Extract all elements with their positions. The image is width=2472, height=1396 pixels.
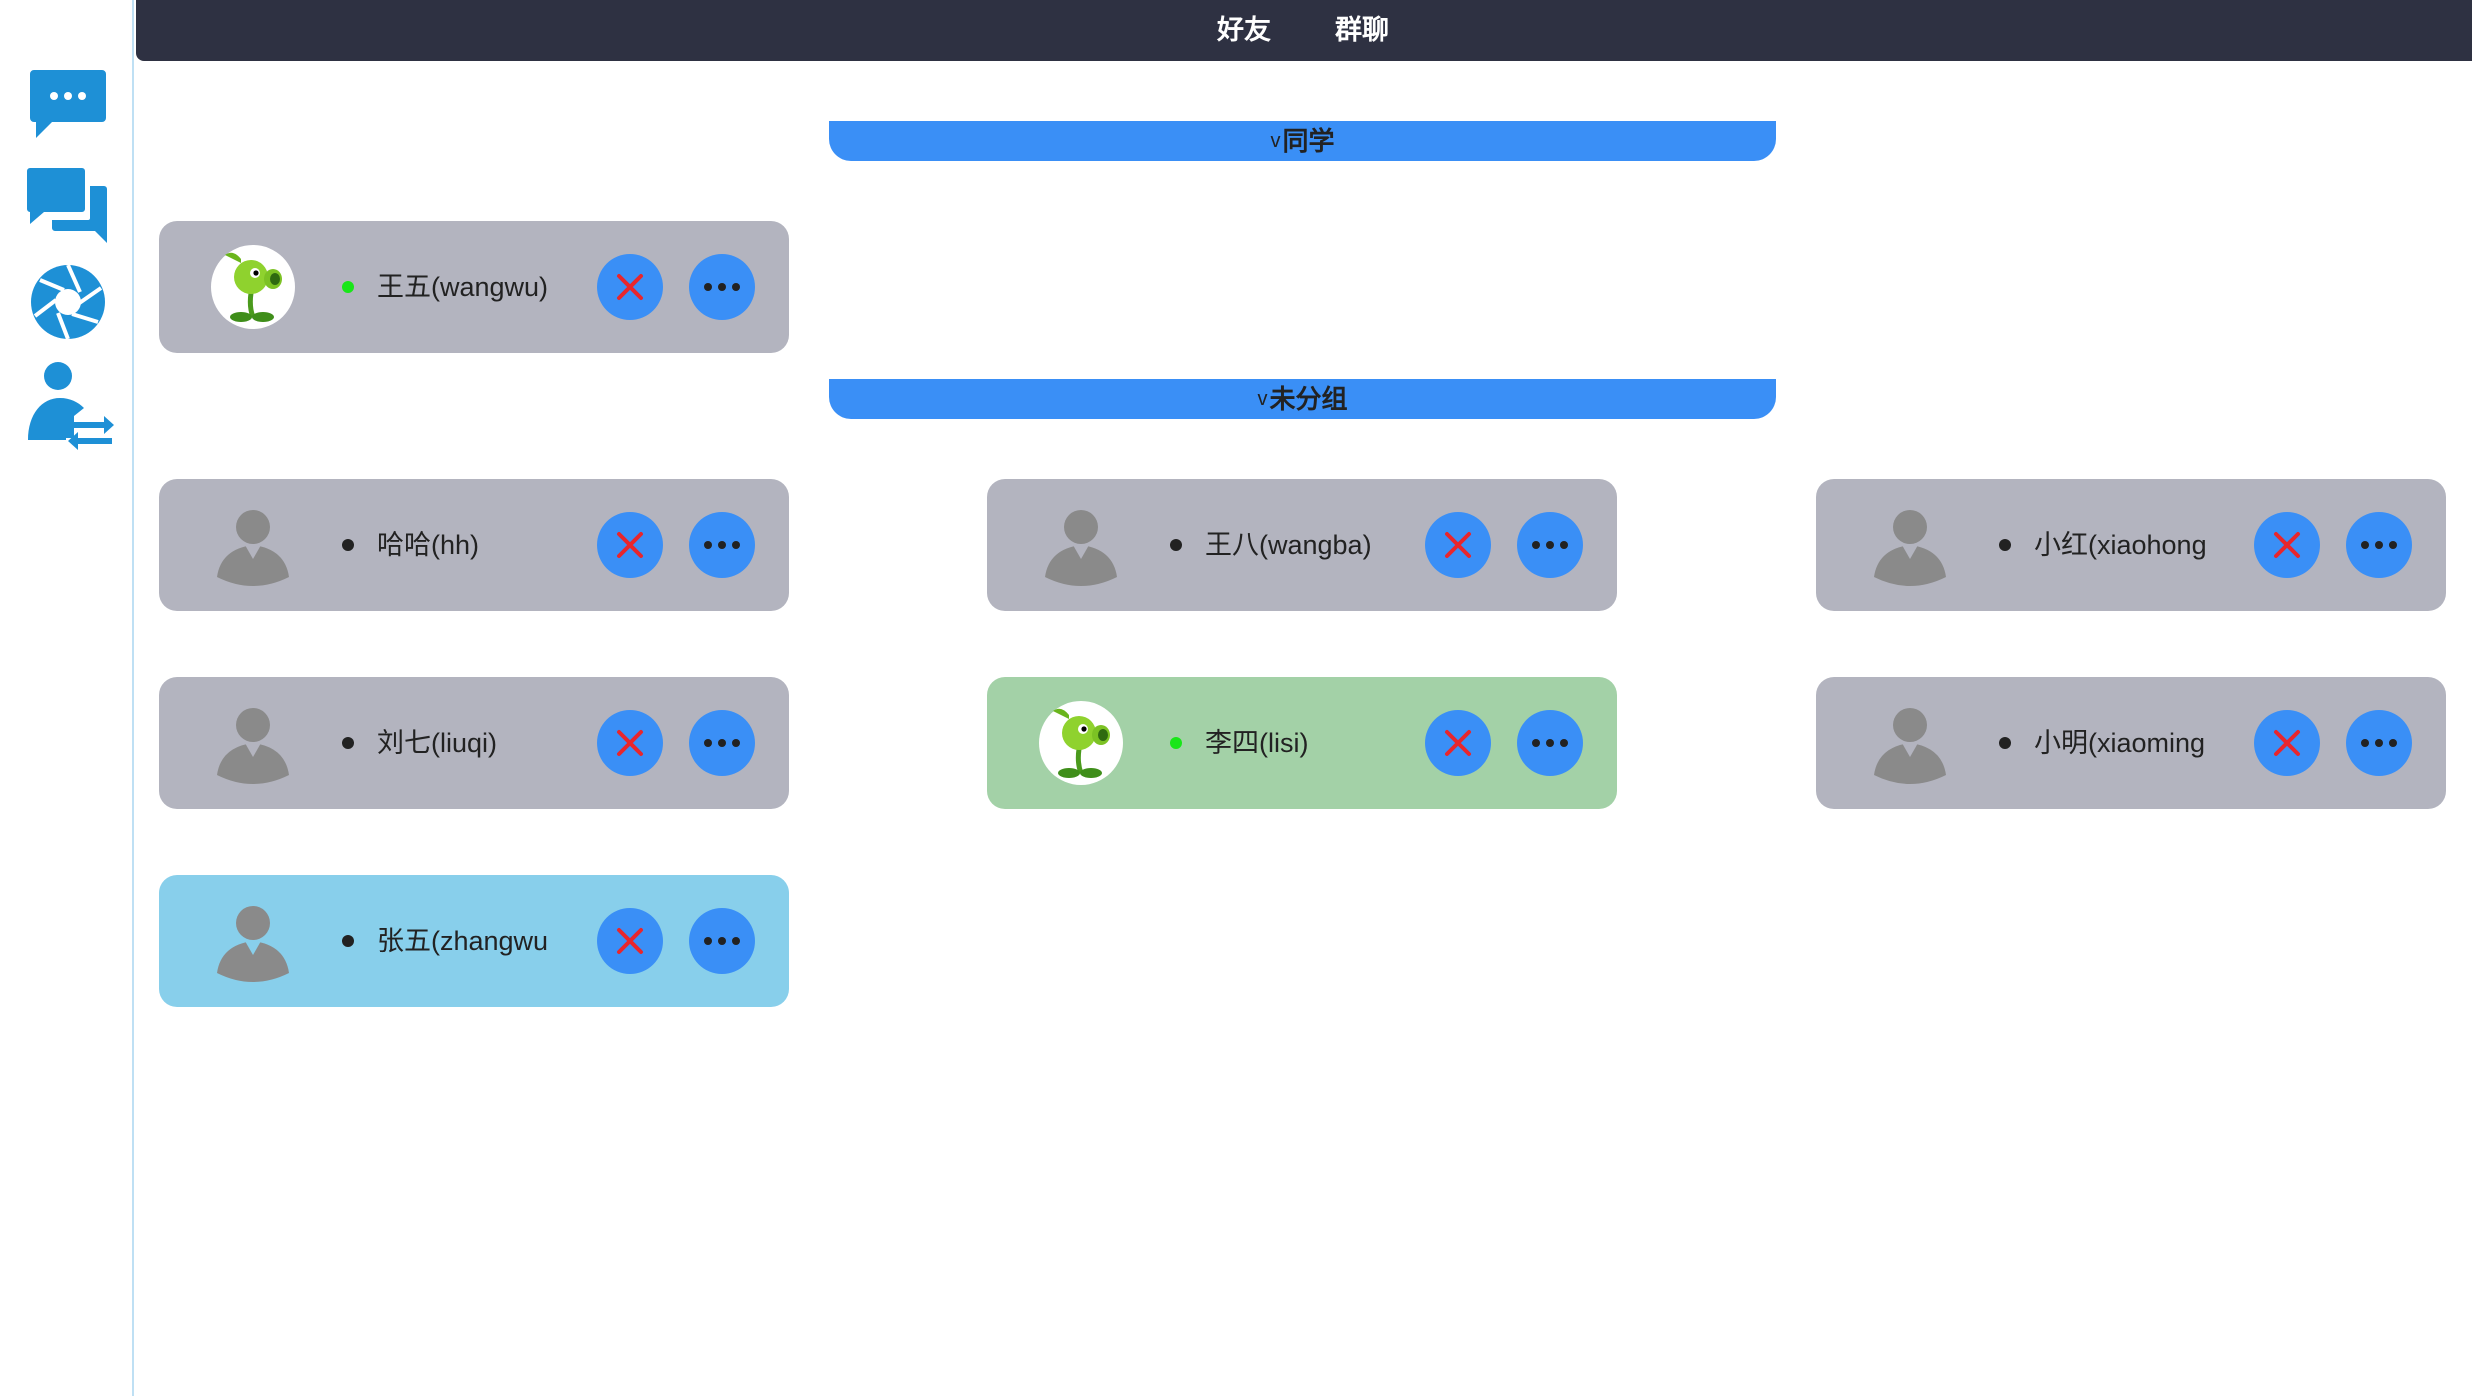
friend-name: 王五(wangwu): [377, 272, 549, 302]
delete-friend-button[interactable]: [2254, 710, 2320, 776]
delete-friend-button[interactable]: [597, 512, 663, 578]
more-options-button[interactable]: [2346, 710, 2412, 776]
friend-name: 刘七(liuqi): [377, 728, 498, 758]
more-options-button[interactable]: [1517, 512, 1583, 578]
more-dots-icon: [704, 739, 740, 747]
delete-friend-button[interactable]: [1425, 512, 1491, 578]
delete-friend-button[interactable]: [597, 710, 663, 776]
tab-friends[interactable]: 好友: [1217, 0, 1271, 61]
friend-card[interactable]: 王八(wangba): [987, 479, 1617, 611]
close-icon: [617, 532, 643, 558]
close-icon: [617, 274, 643, 300]
delete-friend-button[interactable]: [1425, 710, 1491, 776]
default-avatar-icon: [1868, 503, 1952, 587]
friend-card-hovered[interactable]: 张五(zhangwu: [159, 875, 789, 1007]
friend-card-selected[interactable]: 李四(lisi): [987, 677, 1617, 809]
delete-friend-button[interactable]: [597, 908, 663, 974]
friend-card[interactable]: 小明(xiaoming: [1816, 677, 2446, 809]
friend-name: 王八(wangba): [1205, 530, 1372, 560]
close-icon: [617, 730, 643, 756]
delete-friend-button[interactable]: [2254, 512, 2320, 578]
chevron-down-icon: v: [1257, 388, 1268, 410]
delete-friend-button[interactable]: [597, 254, 663, 320]
chat-bubble-icon[interactable]: [18, 52, 118, 152]
more-dots-icon: [1532, 739, 1568, 747]
default-avatar-icon: [211, 701, 295, 785]
more-options-button[interactable]: [689, 710, 755, 776]
offline-status-dot: [342, 737, 354, 749]
friend-card[interactable]: 哈哈(hh): [159, 479, 789, 611]
offline-status-dot: [342, 539, 354, 551]
peashooter-avatar: [211, 245, 295, 329]
sidebar-nav: [0, 0, 134, 1396]
group-header-ungrouped[interactable]: v未分组: [829, 379, 1776, 419]
more-dots-icon: [2361, 739, 2397, 747]
more-options-button[interactable]: [689, 254, 755, 320]
close-icon: [2274, 532, 2300, 558]
group-name: 未分组: [1269, 384, 1348, 414]
more-dots-icon: [2361, 541, 2397, 549]
friend-name: 李四(lisi): [1205, 728, 1309, 758]
more-options-button[interactable]: [689, 908, 755, 974]
more-dots-icon: [704, 937, 740, 945]
default-avatar-icon: [211, 899, 295, 983]
more-options-button[interactable]: [1517, 710, 1583, 776]
aperture-icon[interactable]: [18, 252, 118, 352]
conversations-icon[interactable]: [18, 152, 118, 252]
more-dots-icon: [704, 541, 740, 549]
friend-name: 小红(xiaohong: [2034, 530, 2207, 560]
friend-card[interactable]: 王五(wangwu): [159, 221, 789, 353]
close-icon: [1445, 730, 1471, 756]
more-options-button[interactable]: [2346, 512, 2412, 578]
friend-card[interactable]: 刘七(liuqi): [159, 677, 789, 809]
top-tab-bar: 好友 群聊: [136, 0, 2472, 61]
default-avatar-icon: [211, 503, 295, 587]
more-options-button[interactable]: [689, 512, 755, 578]
offline-status-dot: [1999, 737, 2011, 749]
friend-card[interactable]: 小红(xiaohong: [1816, 479, 2446, 611]
peashooter-avatar: [1039, 701, 1123, 785]
more-dots-icon: [704, 283, 740, 291]
friend-name: 哈哈(hh): [377, 530, 480, 560]
close-icon: [2274, 730, 2300, 756]
default-avatar-icon: [1868, 701, 1952, 785]
chevron-down-icon: v: [1270, 130, 1281, 152]
close-icon: [1445, 532, 1471, 558]
friend-name: 小明(xiaoming: [2034, 728, 2206, 758]
online-status-dot: [1170, 737, 1182, 749]
offline-status-dot: [342, 935, 354, 947]
default-avatar-icon: [1039, 503, 1123, 587]
group-header-classmates[interactable]: v同学: [829, 121, 1776, 161]
group-name: 同学: [1282, 126, 1335, 156]
more-dots-icon: [1532, 541, 1568, 549]
online-status-dot: [342, 281, 354, 293]
tab-group-chats[interactable]: 群聊: [1335, 0, 1389, 61]
close-icon: [617, 928, 643, 954]
offline-status-dot: [1999, 539, 2011, 551]
offline-status-dot: [1170, 539, 1182, 551]
friend-name: 张五(zhangwu: [377, 926, 549, 956]
user-switch-icon[interactable]: [18, 352, 118, 452]
